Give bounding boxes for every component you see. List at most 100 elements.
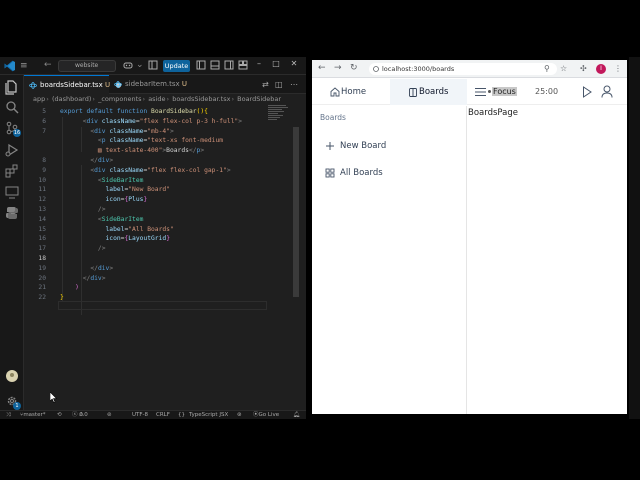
python-icon[interactable]	[4, 205, 20, 221]
remote-explorer-icon[interactable]	[4, 184, 20, 200]
minimap[interactable]	[268, 105, 292, 127]
error-count: 0	[79, 412, 83, 418]
code-line[interactable]: label="All Boards"	[60, 226, 174, 233]
zoom-icon[interactable]: ⚲	[544, 64, 550, 73]
tab-boardssidebar[interactable]: boardsSidebar.tsx U ●	[24, 75, 121, 94]
code-line[interactable]: icon={LayoutGrid}	[60, 235, 170, 242]
compare-icon[interactable]: ⇄	[262, 80, 269, 89]
code-line[interactable]: ▧ text-slate-400">Boards</p>	[60, 147, 204, 154]
all-boards-button[interactable]: All Boards	[320, 165, 460, 181]
code-line[interactable]: />	[60, 245, 106, 252]
toggle-sidebar-icon[interactable]	[196, 60, 206, 70]
vscode-logo-icon	[4, 60, 15, 72]
workspace-name: website	[75, 62, 99, 69]
code-line[interactable]: <div className="flex flex-col gap-1">	[60, 167, 230, 174]
new-board-button[interactable]: New Board	[320, 138, 460, 154]
breadcrumb-item[interactable]: BoardSidebar	[237, 95, 281, 103]
line-number: 19	[38, 264, 46, 272]
tab-sidebaritem[interactable]: sidebarItem.tsx U	[109, 75, 191, 94]
source-control-badge: 16	[13, 129, 21, 137]
account-icon[interactable]	[4, 368, 20, 384]
breadcrumb-item[interactable]: boardsSidebar.tsx	[172, 95, 230, 103]
code-line[interactable]: )	[60, 284, 79, 291]
nav-home[interactable]: Home	[312, 79, 389, 105]
code-line[interactable]: <SideBarItem	[60, 216, 144, 223]
settings-gear-icon[interactable]: 1	[4, 393, 21, 410]
ports-icon[interactable]: ⊚	[107, 411, 112, 419]
code-line[interactable]: <div className="flex flex-col p-3 h-full…	[60, 118, 242, 125]
menu-icon[interactable]	[475, 87, 486, 97]
sync-icon[interactable]: ⟲	[57, 411, 62, 419]
extensions-puzzle-icon[interactable]: ✣	[580, 64, 587, 73]
code-editor[interactable]: export default function BoardSidebar(){ …	[24, 105, 306, 410]
eol-indicator[interactable]: CRLF	[156, 411, 170, 419]
forward-icon[interactable]: →	[334, 63, 342, 73]
line-number: 18	[38, 255, 46, 262]
breadcrumb-item[interactable]: aside	[148, 95, 165, 103]
notifications-icon[interactable]: 🔔︎	[293, 411, 300, 419]
toggle-panel-icon[interactable]	[210, 60, 220, 70]
toggle-secondary-sidebar-icon[interactable]	[224, 60, 234, 70]
code-line[interactable]: </div>	[60, 157, 113, 164]
close-window-button[interactable]: ✕	[288, 59, 300, 68]
copilot-chevron-icon[interactable]: ⌄	[136, 60, 144, 70]
explorer-icon[interactable]	[4, 79, 20, 95]
editor-scrollbar[interactable]	[293, 127, 299, 297]
plus-icon	[326, 142, 334, 150]
run-debug-icon[interactable]	[4, 142, 20, 158]
line-number: 9	[42, 166, 46, 174]
breadcrumb-item[interactable]: _components	[98, 95, 141, 103]
customize-layout-icon[interactable]	[238, 60, 248, 70]
code-line[interactable]: export default function BoardSidebar(){	[60, 108, 208, 115]
page-content: BoardsPage	[468, 108, 518, 118]
new-board-label: New Board	[340, 141, 387, 151]
browser-menu-icon[interactable]: ⋮	[614, 64, 622, 73]
code-line[interactable]: label="New Board"	[60, 186, 170, 193]
site-info-icon[interactable]	[373, 66, 379, 72]
focus-mode-label[interactable]: Focus	[488, 87, 517, 97]
minimize-button[interactable]: –	[253, 59, 265, 68]
update-button[interactable]: Update	[163, 60, 190, 72]
menu-icon[interactable]: ≡	[20, 61, 28, 71]
back-icon[interactable]: ←	[318, 63, 326, 73]
nav-boards[interactable]: Boards	[390, 79, 467, 105]
back-arrow-icon[interactable]: ←	[44, 60, 52, 70]
search-icon[interactable]	[4, 99, 20, 115]
branch-indicator[interactable]: ⑂ master*	[20, 411, 45, 419]
go-live-button[interactable]: ⦿ Go Live	[253, 411, 279, 419]
line-number: 10	[38, 176, 46, 184]
nav-home-label: Home	[341, 87, 367, 97]
encoding-indicator[interactable]: UTF-8	[132, 411, 148, 419]
code-line[interactable]: />	[60, 206, 106, 213]
split-editor-icon[interactable]: ◫	[275, 80, 283, 89]
play-icon[interactable]	[582, 86, 592, 98]
code-line[interactable]: </div>	[60, 265, 113, 272]
breadcrumb-item[interactable]: (dashboard)	[52, 95, 91, 103]
code-line[interactable]: }	[60, 294, 64, 301]
source-control-icon[interactable]: 16	[4, 120, 21, 137]
copilot-status-icon[interactable]: ⊛	[237, 411, 242, 419]
code-line[interactable]: <div className="mb-4">	[60, 128, 173, 135]
more-actions-icon[interactable]: ⋯	[290, 80, 298, 89]
breadcrumb-item[interactable]: app	[33, 95, 45, 103]
code-line[interactable]: <p className="text-xs font-medium	[60, 137, 223, 144]
profile-avatar[interactable]: I	[596, 64, 606, 74]
address-bar[interactable]: localhost:3000/boards	[369, 63, 557, 75]
maximize-button[interactable]: □	[270, 59, 282, 68]
bookmark-star-icon[interactable]: ☆	[560, 64, 567, 73]
code-line[interactable]: </div>	[60, 275, 106, 282]
code-line[interactable]: icon={Plus}	[60, 196, 148, 203]
copilot-icon[interactable]	[123, 60, 133, 70]
problems-indicator[interactable]: ⓧ 0 ⚠ 0	[72, 411, 88, 419]
command-center-search[interactable]: website	[58, 60, 116, 72]
language-mode[interactable]: TypeScript JSX	[189, 411, 228, 419]
layout-icon[interactable]	[148, 60, 158, 70]
user-icon[interactable]	[601, 85, 613, 98]
home-icon	[330, 87, 340, 97]
remote-icon[interactable]: ⤨	[6, 411, 10, 419]
reload-icon[interactable]: ↻	[350, 63, 358, 73]
extensions-icon[interactable]	[4, 163, 20, 179]
language-mode-icon[interactable]: {}	[178, 411, 185, 419]
right-edge-pane	[629, 57, 640, 419]
code-line[interactable]: <SideBarItem	[60, 177, 144, 184]
